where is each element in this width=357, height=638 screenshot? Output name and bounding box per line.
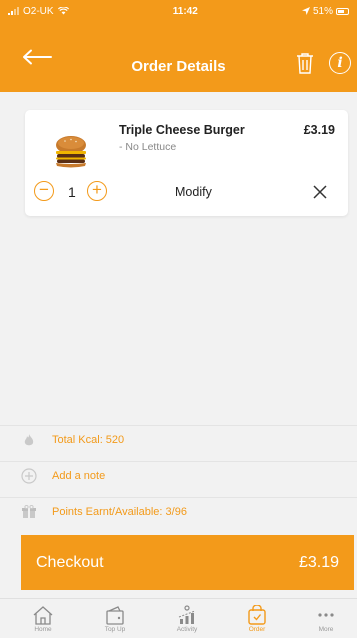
- kcal-row: Total Kcal: 520: [0, 425, 357, 453]
- gift-icon: [21, 504, 37, 520]
- decrease-quantity-button[interactable]: −: [34, 181, 54, 201]
- tab-order[interactable]: Order: [227, 605, 287, 633]
- status-bar: O2-UK 11:42 51%: [0, 0, 357, 22]
- close-icon: [313, 185, 327, 199]
- order-item-card: Triple Cheese Burger - No Lettuce £3.19 …: [25, 110, 348, 216]
- tab-more[interactable]: More: [296, 605, 356, 633]
- tab-label: More: [318, 626, 334, 633]
- clock: 11:42: [172, 5, 198, 17]
- increase-quantity-button[interactable]: +: [87, 181, 107, 201]
- tab-bar: Home Top Up Activity Order More: [0, 598, 357, 638]
- remove-item-button[interactable]: [311, 183, 329, 201]
- item-name: Triple Cheese Burger: [119, 123, 245, 137]
- trash-icon: [297, 53, 313, 74]
- tab-label: Home: [34, 626, 52, 633]
- points-row: Points Earnt/Available: 3/96: [0, 497, 357, 525]
- checkout-button[interactable]: Checkout £3.19: [21, 535, 354, 590]
- status-left: O2-UK: [8, 6, 69, 17]
- modify-button[interactable]: Modify: [175, 185, 212, 199]
- add-note-link[interactable]: Add a note: [52, 470, 105, 482]
- status-right: 51%: [301, 5, 349, 17]
- add-circle-icon: [21, 467, 37, 484]
- signal-icon: [8, 7, 19, 15]
- header: Order Details i: [0, 22, 357, 92]
- shopping-bag-icon: [248, 605, 266, 625]
- home-icon: [33, 606, 53, 625]
- carrier-name: O2-UK: [23, 5, 54, 17]
- wallet-icon: [106, 606, 124, 625]
- tab-label: Activity: [176, 626, 198, 633]
- tab-activity[interactable]: Activity: [157, 605, 217, 633]
- location-icon: [301, 7, 310, 15]
- more-icon: [318, 613, 334, 617]
- points-balance: Points Earnt/Available: 3/96: [52, 505, 187, 518]
- battery-icon: [335, 7, 349, 15]
- item-modifier: - No Lettuce: [119, 141, 177, 153]
- wifi-icon: [57, 7, 69, 15]
- flame-icon: [21, 432, 37, 448]
- activity-icon: [178, 605, 196, 624]
- delete-button[interactable]: [296, 52, 314, 74]
- add-note-row[interactable]: Add a note: [0, 461, 357, 489]
- info-button[interactable]: i: [329, 52, 351, 74]
- burger-image: [56, 136, 86, 168]
- tab-home[interactable]: Home: [13, 605, 73, 633]
- quantity-value: 1: [68, 184, 76, 200]
- checkout-total: £3.19: [298, 553, 339, 571]
- tab-top-up[interactable]: Top Up: [85, 605, 145, 633]
- battery-percent: 51%: [312, 5, 333, 17]
- item-price: £3.19: [303, 123, 335, 137]
- kcal-total: Total Kcal: 520: [52, 433, 125, 446]
- tab-label: Order: [248, 626, 266, 633]
- tab-label: Top Up: [104, 626, 126, 633]
- checkout-label: Checkout: [36, 553, 104, 571]
- info-icon: i: [337, 55, 343, 71]
